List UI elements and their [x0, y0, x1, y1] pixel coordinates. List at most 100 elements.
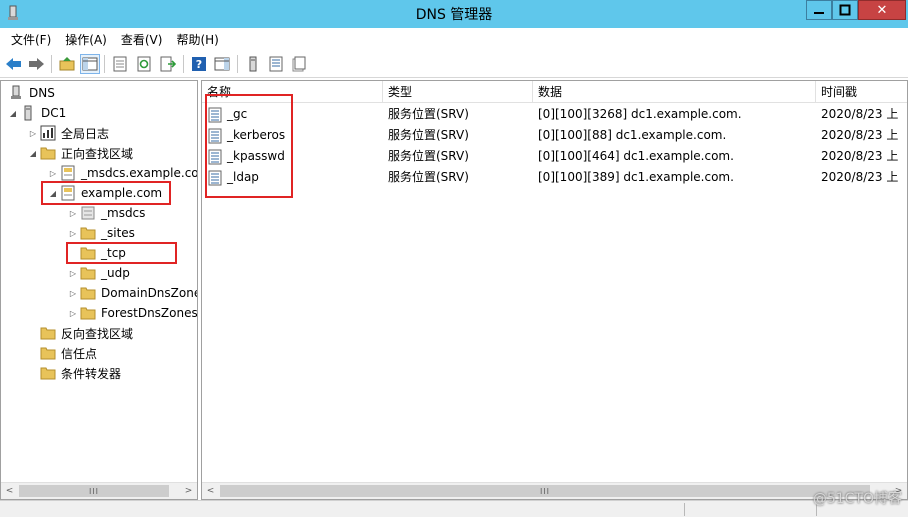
folder-icon [39, 345, 57, 361]
zone-icon [59, 185, 77, 201]
expand-icon[interactable]: ▷ [47, 169, 59, 178]
record-name: _kerberos [227, 128, 286, 142]
collapse-icon[interactable]: ◢ [47, 189, 59, 198]
tree-item-trust-points[interactable]: 信任点 [27, 343, 97, 363]
tree-label: _msdcs.example.co [81, 166, 198, 180]
tree-item-msdcs[interactable]: ▷ _msdcs [67, 203, 146, 223]
tree-item-forest-dns-zones[interactable]: ▷ ForestDnsZones [67, 303, 198, 323]
collapse-icon[interactable]: ◢ [7, 109, 19, 118]
tree-item-dns[interactable]: DNS [7, 83, 55, 103]
close-button[interactable]: ✕ [858, 0, 906, 20]
tree-item-domain-dns-zones[interactable]: ▷ DomainDnsZone [67, 283, 198, 303]
column-header-timestamp[interactable]: 时间戳 [816, 81, 907, 103]
window-title: DNS 管理器 [415, 7, 493, 23]
tree-label: _tcp [101, 246, 126, 260]
show-console-tree-icon[interactable] [80, 54, 100, 74]
tree-item-global-logs[interactable]: ▷ 全局日志 [27, 123, 109, 143]
folder-icon [39, 145, 57, 161]
tree-label: ForestDnsZones [101, 306, 198, 320]
record-icon[interactable] [289, 54, 309, 74]
folder-icon [79, 245, 97, 261]
svg-text:?: ? [196, 58, 202, 71]
record-type: 服务位置(SRV) [388, 128, 469, 142]
tree-item-dc1[interactable]: ◢ DC1 [7, 103, 66, 123]
folder-icon [79, 305, 97, 321]
tree-label: _sites [101, 226, 135, 240]
tree-item-forward-zones[interactable]: ◢ 正向查找区域 [27, 143, 133, 163]
scroll-left-icon[interactable]: < [1, 483, 18, 499]
server-icon [19, 105, 37, 121]
tree-label: DC1 [41, 106, 67, 120]
column-header-data[interactable]: 数据 [533, 81, 816, 103]
maximize-button[interactable] [832, 0, 858, 20]
record-data: [0][100][3268] dc1.example.com. [538, 107, 742, 121]
collapse-icon[interactable]: ◢ [27, 149, 39, 158]
menu-help[interactable]: 帮助(H) [169, 31, 225, 48]
expand-icon[interactable]: ▷ [27, 129, 39, 138]
record-data: [0][100][88] dc1.example.com. [538, 128, 727, 142]
tree-item-sites[interactable]: ▷ _sites [67, 223, 135, 243]
minimize-button[interactable] [806, 0, 832, 20]
watermark: @51CTO博客 [812, 491, 902, 507]
record-name: _gc [227, 107, 248, 121]
tree-label: 反向查找区域 [61, 326, 134, 341]
expand-icon[interactable]: ▷ [67, 269, 79, 278]
console-tree[interactable]: DNS ◢ DC1 ▷ 全局日志 ◢ 正向查找区域 ▷ _msdcs.examp… [0, 80, 198, 500]
tree-label: _udp [101, 266, 130, 280]
export-list-icon[interactable] [158, 54, 178, 74]
help-icon[interactable]: ? [189, 54, 209, 74]
column-header-type[interactable]: 类型 [383, 81, 533, 103]
column-header-name[interactable]: 名称 [202, 81, 383, 103]
expand-icon[interactable]: ▷ [67, 229, 79, 238]
tree-label: 全局日志 [61, 126, 110, 141]
table-row[interactable]: _ldap 服务位置(SRV) [0][100][389] dc1.exampl… [202, 167, 907, 188]
record-icon [208, 149, 224, 165]
record-data: [0][100][464] dc1.example.com. [538, 149, 734, 163]
menu-view[interactable]: 查看(V) [114, 31, 170, 48]
scroll-left-icon[interactable]: < [202, 483, 219, 499]
tree-label: _msdcs [101, 206, 146, 220]
up-folder-icon[interactable] [57, 54, 77, 74]
scroll-thumb[interactable]: III [220, 485, 870, 497]
table-row[interactable]: _kpasswd 服务位置(SRV) [0][100][464] dc1.exa… [202, 146, 907, 167]
back-icon[interactable] [4, 54, 24, 74]
tree-horizontal-scrollbar[interactable]: < III > [1, 482, 197, 499]
menu-action[interactable]: 操作(A) [58, 31, 114, 48]
properties-icon[interactable] [110, 54, 130, 74]
tree-item-tcp[interactable]: _tcp [67, 243, 126, 263]
tree-label: 条件转发器 [61, 366, 122, 381]
tree-item-udp[interactable]: ▷ _udp [67, 263, 130, 283]
expand-icon[interactable]: ▷ [67, 289, 79, 298]
record-timestamp: 2020/8/23 上 [821, 149, 899, 163]
record-icon [208, 107, 224, 123]
forward-icon[interactable] [26, 54, 46, 74]
record-timestamp: 2020/8/23 上 [821, 107, 899, 121]
folder-icon [39, 325, 57, 341]
table-row[interactable]: _gc 服务位置(SRV) [0][100][3268] dc1.example… [202, 104, 907, 125]
delegated-zone-icon [79, 205, 97, 221]
list-horizontal-scrollbar[interactable]: < III > [202, 482, 907, 499]
expand-icon[interactable]: ▷ [67, 209, 79, 218]
table-row[interactable]: _kerberos 服务位置(SRV) [0][100][88] dc1.exa… [202, 125, 907, 146]
expand-icon[interactable]: ▷ [67, 309, 79, 318]
record-type: 服务位置(SRV) [388, 149, 469, 163]
zone-icon[interactable] [266, 54, 286, 74]
scroll-thumb[interactable]: III [19, 485, 169, 497]
toolbar: ? [0, 50, 908, 78]
menu-file[interactable]: 文件(F) [4, 31, 58, 48]
record-timestamp: 2020/8/23 上 [821, 128, 899, 142]
records-list[interactable]: 名称 类型 数据 时间戳 _gc 服务位置(SRV) [0][100][3268… [201, 80, 908, 500]
scroll-right-icon[interactable]: > [180, 483, 197, 499]
tree-item-reverse-zones[interactable]: 反向查找区域 [27, 323, 133, 343]
tree-item-msdcs-zone[interactable]: ▷ _msdcs.example.co [47, 163, 198, 183]
server-icon[interactable] [243, 54, 263, 74]
show-action-pane-icon[interactable] [212, 54, 232, 74]
refresh-icon[interactable] [134, 54, 154, 74]
tree-label: 正向查找区域 [61, 146, 134, 161]
tree-item-conditional-forwarders[interactable]: 条件转发器 [27, 363, 121, 383]
tree-label: DomainDnsZone [101, 286, 198, 300]
tree-item-example-com[interactable]: ◢ example.com [47, 183, 162, 203]
record-name: _ldap [227, 170, 259, 184]
folder-icon [79, 225, 97, 241]
tree-label: DNS [29, 86, 55, 100]
